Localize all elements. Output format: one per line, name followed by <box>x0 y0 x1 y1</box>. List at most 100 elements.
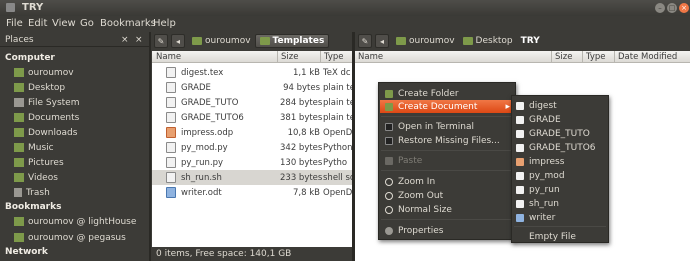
folder-icon <box>396 37 406 45</box>
folder-icon <box>385 89 393 98</box>
file-row[interactable]: GRADE 94 bytes plain te <box>152 80 352 95</box>
menu-item-create-document[interactable]: Create Document ▸ <box>380 100 514 113</box>
title-bar: TRY – □ × <box>0 0 690 16</box>
sidebar-close-icon[interactable]: × <box>121 35 129 45</box>
crumb-try[interactable]: TRY <box>517 34 544 48</box>
status-bar: 0 items, Free space: 140,1 GB <box>152 247 352 261</box>
writer-file-icon <box>516 213 524 222</box>
submenu-item-py-run[interactable]: py_run <box>516 183 606 196</box>
sidebar-divider[interactable] <box>149 32 151 261</box>
list-header: Name Size Type Date Modified <box>355 51 690 63</box>
submenu-item-grade-tuto6[interactable]: GRADE_TUTO6 <box>516 141 606 154</box>
menubar: File Edit View Go Bookmarks Help <box>0 16 690 32</box>
restore-icon <box>385 136 393 145</box>
sidebar-close-icon[interactable]: × <box>135 35 143 45</box>
submenu-item-empty-file[interactable]: Empty File <box>516 230 606 243</box>
sidebar-item-downloads[interactable]: Downloads <box>14 126 77 139</box>
crumb-templates[interactable]: Templates <box>254 34 330 48</box>
sidebar-item-documents[interactable]: Documents <box>14 111 79 124</box>
file-row-selected[interactable]: sh_run.sh 233 bytes shell sc <box>152 170 352 185</box>
minimize-icon[interactable]: – <box>655 3 665 13</box>
file-row[interactable]: writer.odt 7,8 kB OpenD <box>152 185 352 200</box>
toggle-location-icon[interactable]: ✎ <box>154 34 168 48</box>
back-arrow-icon[interactable]: ◂ <box>375 34 389 48</box>
sidebar-item-bookmark-lighthouse[interactable]: ouroumov @ lightHouse <box>14 215 136 228</box>
section-computer: Computer <box>5 53 55 63</box>
column-type[interactable]: Type <box>324 52 344 62</box>
file-row[interactable]: impress.odp 10,8 kB OpenD <box>152 125 352 140</box>
text-file-icon <box>516 115 524 124</box>
desktop-icon <box>14 83 24 92</box>
column-name[interactable]: Name <box>358 52 383 62</box>
trash-icon <box>14 188 22 197</box>
sidebar-item-pictures[interactable]: Pictures <box>14 156 64 169</box>
sidebar-item-videos[interactable]: Videos <box>14 171 58 184</box>
menu-go[interactable]: Go <box>80 18 94 29</box>
text-file-icon <box>516 143 524 152</box>
folder-icon <box>259 37 270 45</box>
menu-item-create-folder[interactable]: Create Folder <box>383 87 513 100</box>
tex-file-icon <box>166 67 176 78</box>
sidebar-item-filesystem[interactable]: File System <box>14 96 79 109</box>
menu-item-open-terminal[interactable]: Open in Terminal <box>383 120 513 133</box>
menu-item-restore-missing[interactable]: Restore Missing Files... <box>383 134 513 147</box>
sidebar-item-music[interactable]: Music <box>14 141 54 154</box>
sidebar: Places × × Computer ouroumov Desktop Fil… <box>0 32 149 261</box>
column-name[interactable]: Name <box>156 52 181 62</box>
menu-bookmarks[interactable]: Bookmarks <box>100 18 156 29</box>
menu-view[interactable]: View <box>52 18 76 29</box>
sidebar-item-bookmark-pegasus[interactable]: ouroumov @ pegasus <box>14 231 126 244</box>
sidebar-item-trash[interactable]: Trash <box>14 186 50 199</box>
document-icon <box>385 102 393 111</box>
drive-icon <box>14 98 24 107</box>
status-text: 0 items, Free space: 140,1 GB <box>156 249 292 259</box>
column-size[interactable]: Size <box>281 52 298 62</box>
folder-icon <box>462 37 473 45</box>
pictures-icon <box>14 158 24 167</box>
home-folder-icon <box>14 68 24 77</box>
sidebar-item-desktop[interactable]: Desktop <box>14 81 65 94</box>
file-row[interactable]: py_mod.py 342 bytes Python <box>152 140 352 155</box>
back-arrow-icon[interactable]: ◂ <box>171 34 185 48</box>
network-folder-icon <box>14 217 24 226</box>
menu-item-normal-size[interactable]: Normal Size <box>383 203 513 216</box>
menu-file[interactable]: File <box>6 18 23 29</box>
column-date-modified[interactable]: Date Modified <box>618 52 677 62</box>
menu-item-zoom-in[interactable]: Zoom In <box>383 175 513 188</box>
submenu-item-writer[interactable]: writer <box>516 211 606 224</box>
column-type[interactable]: Type <box>586 52 606 62</box>
crumb-desktop[interactable]: Desktop <box>459 34 517 48</box>
python-file-icon <box>166 157 176 168</box>
menu-item-properties[interactable]: Properties <box>383 224 513 237</box>
file-row[interactable]: py_run.py 130 bytes Pytho <box>152 155 352 170</box>
menu-item-zoom-out[interactable]: Zoom Out <box>383 189 513 202</box>
sidebar-item-home[interactable]: ouroumov <box>14 66 74 79</box>
submenu-item-grade-tuto[interactable]: GRADE_TUTO <box>516 127 606 140</box>
submenu-item-sh-run[interactable]: sh_run <box>516 197 606 210</box>
close-icon[interactable]: × <box>679 3 689 13</box>
column-size[interactable]: Size <box>555 52 572 62</box>
text-file-icon <box>516 129 524 138</box>
normal-size-icon <box>385 205 393 214</box>
menu-edit[interactable]: Edit <box>28 18 47 29</box>
submenu-item-py-mod[interactable]: py_mod <box>516 169 606 182</box>
toggle-location-icon[interactable]: ✎ <box>358 34 372 48</box>
python-file-icon <box>516 171 524 180</box>
submenu-item-digest[interactable]: digest <box>516 99 606 112</box>
submenu-item-impress[interactable]: impress <box>516 155 606 168</box>
file-row[interactable]: GRADE_TUTO 284 bytes plain te <box>152 95 352 110</box>
submenu-arrow-icon: ▸ <box>505 101 510 112</box>
submenu-item-grade[interactable]: GRADE <box>516 113 606 126</box>
python-file-icon <box>516 185 524 194</box>
crumb-home[interactable]: ouroumov <box>392 34 459 48</box>
context-menu: Create Folder Create Document ▸ Open in T… <box>378 82 516 240</box>
menu-item-paste[interactable]: Paste <box>383 154 513 167</box>
left-file-list[interactable]: Name Size Type digest.tex 1,1 kB TeX dc GR… <box>152 51 352 247</box>
file-row[interactable]: GRADE_TUTO6 381 bytes plain te <box>152 110 352 125</box>
menu-help[interactable]: Help <box>153 18 176 29</box>
crumb-home[interactable]: ouroumov <box>188 34 255 48</box>
text-file-icon <box>166 97 176 108</box>
maximize-icon[interactable]: □ <box>667 3 677 13</box>
app-icon <box>6 3 15 12</box>
file-row[interactable]: digest.tex 1,1 kB TeX dc <box>152 65 352 80</box>
